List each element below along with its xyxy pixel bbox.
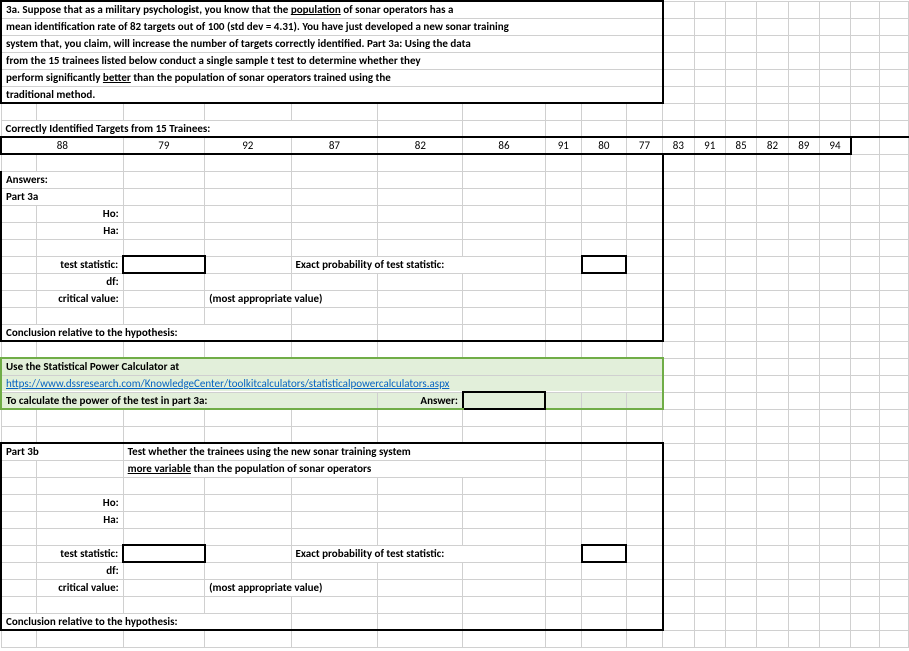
trainee-value[interactable]: 79 — [123, 137, 204, 154]
df-label-b: df: — [36, 562, 123, 579]
trainee-value[interactable]: 82 — [378, 137, 463, 154]
df-input-a[interactable] — [123, 273, 204, 290]
trainee-value[interactable]: 85 — [725, 137, 756, 154]
question-line-4: from the 15 trainees listed below conduc… — [1, 52, 663, 69]
power-calc-label: Use the Statistical Power Calculator at — [1, 358, 663, 375]
trainee-value[interactable]: 94 — [820, 137, 851, 154]
critical-value-input-a[interactable] — [123, 290, 204, 307]
trainee-value[interactable]: 89 — [788, 137, 819, 154]
trainee-value[interactable]: 92 — [205, 137, 291, 154]
answer-label: Answer: — [378, 392, 463, 409]
question-line-5: perform significantly better than the po… — [1, 69, 663, 86]
test-statistic-input-b[interactable] — [123, 545, 204, 562]
ho-label-b: Ho: — [36, 494, 123, 511]
conclusion-label-a: Conclusion relative to the hypothesis: — [1, 324, 291, 341]
part3b-line2: more variable than the population of son… — [123, 460, 545, 477]
trainee-data-row: 88 79 92 87 82 86 91 80 77 83 91 85 82 8… — [1, 137, 909, 154]
exact-prob-label-b: Exact probability of test statistic: — [291, 545, 545, 562]
exact-prob-label: Exact probability of test statistic: — [291, 256, 545, 273]
question-line-1: 3a. Suppose that as a military psycholog… — [1, 1, 663, 18]
critical-value-label: critical value: — [36, 290, 123, 307]
spreadsheet-grid: 3a. Suppose that as a military psycholog… — [0, 0, 909, 648]
question-line-2: mean identification rate of 82 targets o… — [1, 18, 663, 35]
trainee-value[interactable]: 91 — [545, 137, 581, 154]
test-statistic-label: test statistic: — [36, 256, 123, 273]
ha-label-b: Ha: — [36, 511, 123, 528]
ha-input[interactable] — [123, 222, 204, 239]
trainee-value[interactable]: 87 — [291, 137, 378, 154]
most-appropriate-label: (most appropriate value) — [205, 290, 378, 307]
exact-prob-input-b[interactable] — [582, 545, 627, 562]
conclusion-label-b: Conclusion relative to the hypothesis: — [1, 613, 291, 630]
trainee-value[interactable]: 82 — [757, 137, 788, 154]
ha-label: Ha: — [36, 222, 123, 239]
trainee-value[interactable]: 86 — [463, 137, 545, 154]
question-line-6: traditional method. — [1, 86, 663, 103]
most-appropriate-label-b: (most appropriate value) — [205, 579, 378, 596]
ho-input-b[interactable] — [123, 494, 204, 511]
data-header: Correctly Identified Targets from 15 Tra… — [1, 120, 378, 137]
answers-label: Answers: — [1, 171, 123, 188]
part3b-line1: Test whether the trainees using the new … — [123, 443, 545, 460]
ho-label: Ho: — [36, 205, 123, 222]
power-answer-input[interactable] — [463, 392, 545, 409]
ho-input[interactable] — [123, 205, 204, 222]
trainee-value[interactable]: 77 — [626, 137, 663, 154]
power-calc-instruction: To calculate the power of the test in pa… — [1, 392, 378, 409]
trainee-value[interactable]: 83 — [663, 137, 694, 154]
critical-value-input-b[interactable] — [123, 579, 204, 596]
trainee-value[interactable]: 80 — [582, 137, 627, 154]
trainee-value[interactable]: 88 — [1, 137, 123, 154]
trainee-value[interactable]: 91 — [694, 137, 725, 154]
ha-input-b[interactable] — [123, 511, 204, 528]
df-label: df: — [36, 273, 123, 290]
test-statistic-label-b: test statistic: — [36, 545, 123, 562]
power-calc-link[interactable]: https://www.dssresearch.com/KnowledgeCen… — [6, 377, 449, 390]
test-statistic-input-a[interactable] — [123, 256, 204, 273]
df-input-b[interactable] — [123, 562, 204, 579]
exact-prob-input-a[interactable] — [582, 256, 627, 273]
question-line-3: system that, you claim, will increase th… — [1, 35, 663, 52]
part3a-label: Part 3a — [1, 188, 123, 205]
part3b-label: Part 3b — [1, 443, 123, 460]
critical-value-label-b: critical value: — [36, 579, 123, 596]
